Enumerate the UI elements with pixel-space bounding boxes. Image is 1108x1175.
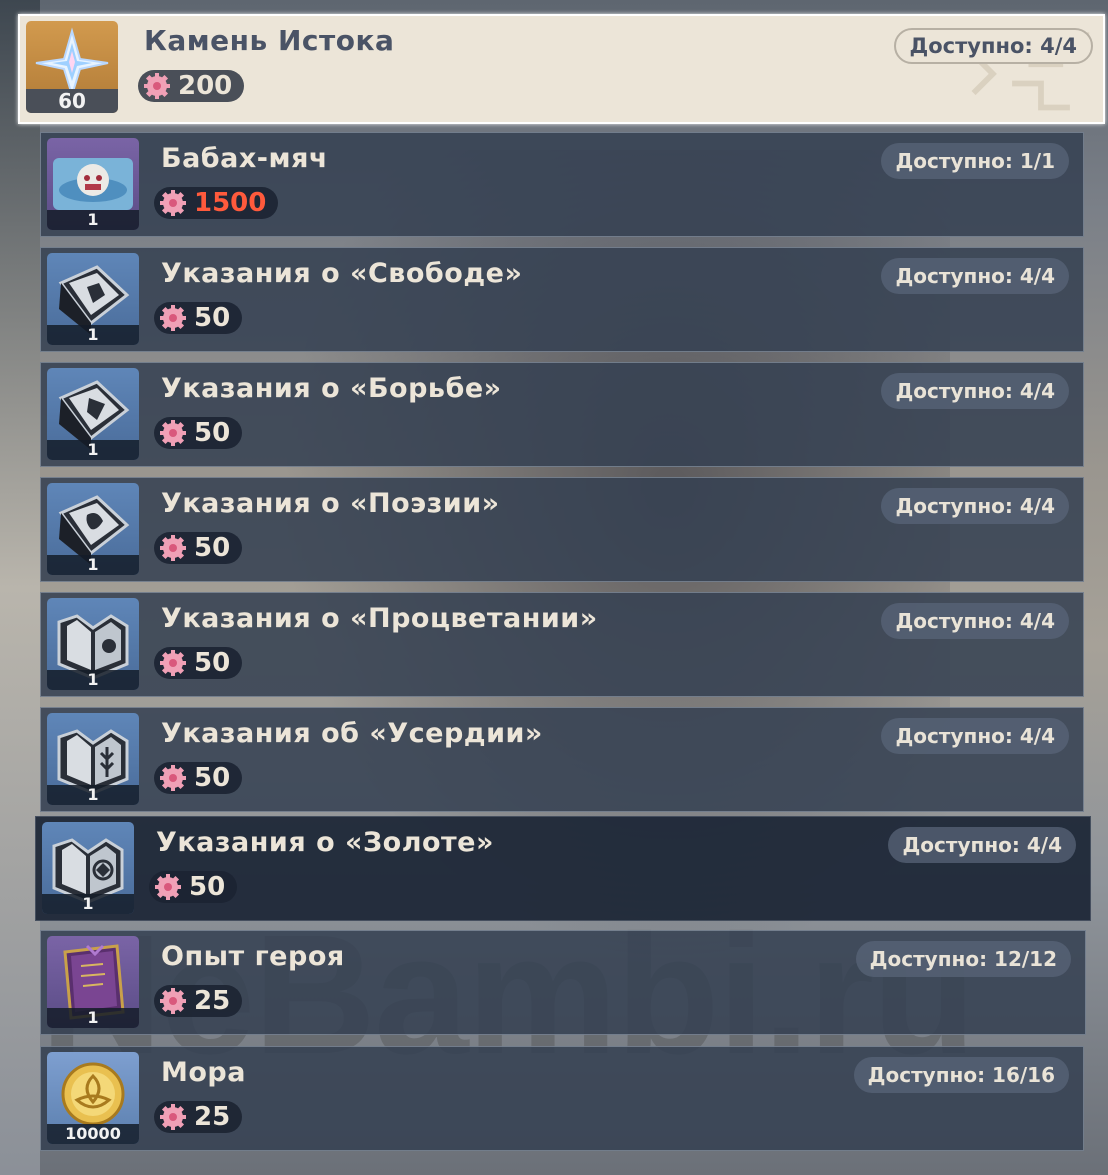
price-value: 50 bbox=[194, 648, 231, 678]
availability-badge: Доступно: 4/4 bbox=[881, 373, 1069, 409]
item-quantity: 1 bbox=[47, 1008, 139, 1028]
item-price: 50 bbox=[154, 417, 243, 449]
shop-item-book-prosperity[interactable]: 1 Указания о «Процветании» 50 Доступно: … bbox=[40, 592, 1084, 697]
shop-item-book-gold[interactable]: 1 Указания о «Золоте» 50 Доступно: 4/4 bbox=[35, 816, 1091, 921]
item-icon: 1 bbox=[47, 936, 139, 1028]
shop-item-primogem[interactable]: 60 Камень Истока 200 Доступно: 4/4 bbox=[18, 14, 1105, 124]
availability-badge: Доступно: 4/4 bbox=[881, 258, 1069, 294]
availability-badge: Доступно: 12/12 bbox=[855, 941, 1071, 977]
item-price: 50 bbox=[154, 302, 243, 334]
item-quantity: 60 bbox=[26, 89, 118, 113]
item-icon: 1 bbox=[47, 138, 139, 230]
availability-badge: Доступно: 4/4 bbox=[881, 488, 1069, 524]
item-icon: 1 bbox=[42, 822, 134, 914]
item-title: Указания о «Поэзии» bbox=[161, 488, 500, 519]
item-price: 1500 bbox=[154, 187, 279, 219]
stardust-gear-icon bbox=[160, 765, 186, 791]
price-value: 200 bbox=[178, 71, 233, 101]
item-price: 25 bbox=[154, 1101, 243, 1133]
item-quantity: 1 bbox=[47, 440, 139, 460]
item-price: 50 bbox=[154, 532, 243, 564]
stardust-gear-icon bbox=[160, 650, 186, 676]
item-title: Указания о «Борьбе» bbox=[161, 373, 502, 404]
item-icon: 1 bbox=[47, 598, 139, 690]
item-title: Указания о «Золоте» bbox=[156, 827, 494, 858]
item-price: 25 bbox=[154, 985, 243, 1017]
stardust-gear-icon bbox=[160, 535, 186, 561]
item-quantity: 10000 bbox=[47, 1124, 139, 1144]
item-icon: 10000 bbox=[47, 1052, 139, 1144]
stardust-gear-icon bbox=[160, 1104, 186, 1130]
item-quantity: 1 bbox=[47, 670, 139, 690]
stardust-gear-icon bbox=[144, 73, 170, 99]
availability-badge: Доступно: 4/4 bbox=[888, 827, 1076, 863]
item-price: 50 bbox=[154, 762, 243, 794]
item-icon: 1 bbox=[47, 713, 139, 805]
item-quantity: 1 bbox=[47, 325, 139, 345]
background-edge bbox=[0, 0, 40, 1175]
item-icon: 1 bbox=[47, 368, 139, 460]
shop-item-book-ballad[interactable]: 1 Указания о «Поэзии» 50 Доступно: 4/4 bbox=[40, 477, 1084, 582]
price-value: 50 bbox=[194, 418, 231, 448]
item-title: Указания о «Свободе» bbox=[161, 258, 523, 289]
stardust-gear-icon bbox=[155, 874, 181, 900]
shop-item-book-freedom[interactable]: 1 Указания о «Свободе» 50 Доступно: 4/4 bbox=[40, 247, 1084, 352]
stardust-gear-icon bbox=[160, 420, 186, 446]
price-value: 50 bbox=[194, 763, 231, 793]
item-title: Опыт героя bbox=[161, 941, 345, 972]
item-quantity: 1 bbox=[47, 210, 139, 230]
item-title: Указания об «Усердии» bbox=[161, 718, 543, 749]
item-icon: 1 bbox=[47, 483, 139, 575]
stardust-gear-icon bbox=[160, 305, 186, 331]
stardust-gear-icon bbox=[160, 190, 186, 216]
item-title: Бабах-мяч bbox=[161, 143, 328, 174]
shop-item-book-resistance[interactable]: 1 Указания о «Борьбе» 50 Доступно: 4/4 bbox=[40, 362, 1084, 467]
item-title: Камень Истока bbox=[144, 24, 395, 57]
stardust-gear-icon bbox=[160, 988, 186, 1014]
price-value: 1500 bbox=[194, 188, 267, 218]
price-value: 25 bbox=[194, 1102, 231, 1132]
item-price: 50 bbox=[149, 871, 238, 903]
shop-item-blast-ball[interactable]: 1 Бабах-мяч 1500 Доступно: 1/1 bbox=[40, 132, 1084, 237]
availability-badge: Доступно: 4/4 bbox=[881, 603, 1069, 639]
price-value: 50 bbox=[194, 303, 231, 333]
price-value: 25 bbox=[194, 986, 231, 1016]
price-value: 50 bbox=[189, 872, 226, 902]
availability-badge: Доступно: 4/4 bbox=[893, 28, 1093, 64]
item-icon: 1 bbox=[47, 253, 139, 345]
item-icon: 60 bbox=[26, 21, 118, 113]
shop-item-mora[interactable]: 10000 Мора 25 Доступно: 16/16 bbox=[40, 1046, 1084, 1151]
availability-badge: Доступно: 16/16 bbox=[853, 1057, 1069, 1093]
availability-badge: Доступно: 4/4 bbox=[881, 718, 1069, 754]
price-value: 50 bbox=[194, 533, 231, 563]
item-title: Мора bbox=[161, 1057, 246, 1088]
item-quantity: 1 bbox=[47, 555, 139, 575]
item-quantity: 1 bbox=[47, 785, 139, 805]
item-quantity: 1 bbox=[42, 894, 134, 914]
item-price: 50 bbox=[154, 647, 243, 679]
item-price: 200 bbox=[138, 70, 245, 102]
availability-badge: Доступно: 1/1 bbox=[881, 143, 1069, 179]
shop-item-heros-wit[interactable]: 1 Опыт героя 25 Доступно: 12/12 bbox=[40, 930, 1086, 1035]
item-title: Указания о «Процветании» bbox=[161, 603, 598, 634]
shop-item-book-diligence[interactable]: 1 Указания об «Усердии» 50 Доступно: 4/4 bbox=[40, 707, 1084, 812]
